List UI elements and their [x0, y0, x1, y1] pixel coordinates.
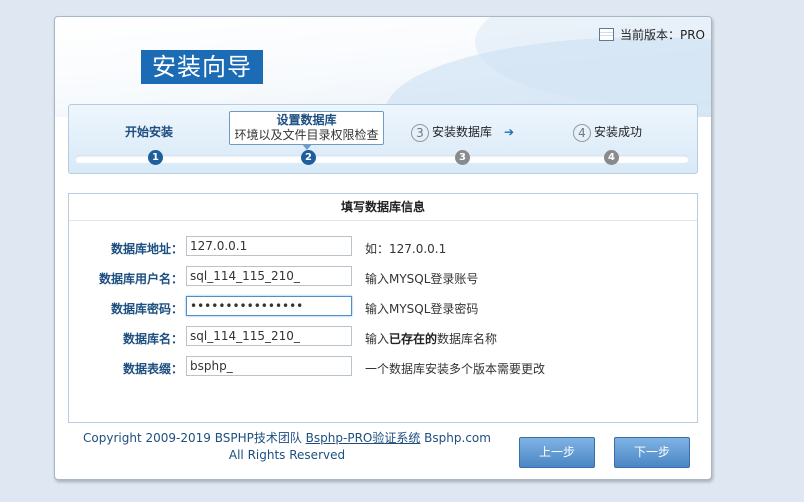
form-row-prefix: 数据表缀： 一个数据库安装多个版本需要更改: [69, 356, 697, 378]
version-label: 当前版本：PRO: [619, 28, 705, 42]
field-hint: 如：127.0.0.1: [365, 242, 447, 256]
progress-track: [75, 155, 689, 163]
db-host-input[interactable]: [186, 236, 352, 256]
header-banner: 安装向导 当前版本：PRO: [55, 17, 711, 117]
table-prefix-input[interactable]: [186, 356, 352, 376]
field-hint: 一个数据库安装多个版本需要更改: [365, 362, 546, 376]
step-1-label: 开始安装: [125, 125, 174, 139]
step-3-node: 3: [455, 150, 470, 165]
product-link[interactable]: Bsphp-PRO验证系统: [306, 431, 421, 445]
form-row-password: 数据库密码： 输入MYSQL登录密码: [69, 296, 697, 318]
next-button[interactable]: 下一步: [614, 437, 690, 468]
step-4: 4 安装成功: [573, 123, 642, 142]
copyright-line: Copyright 2009-2019 BSPHP技术团队 Bsphp-PRO验…: [55, 430, 519, 447]
step-3-label: 安装数据库: [432, 125, 493, 139]
version-info: 当前版本：PRO: [598, 26, 705, 43]
db-name-input[interactable]: [186, 326, 352, 346]
field-hint: 输入已存在的数据库名称: [365, 330, 497, 347]
copyright-site: Bsphp.com: [420, 431, 491, 445]
form-row-host: 数据库地址： 如：127.0.0.1: [69, 236, 697, 258]
step-4-label: 安装成功: [594, 125, 643, 139]
step-2-current: 设置数据库 环境以及文件目录权限检查: [229, 111, 384, 150]
rights-text: All Rights Reserved: [228, 448, 346, 462]
form-row-dbname: 数据库名： 输入已存在的数据库名称: [69, 326, 697, 348]
arrow-right-icon: ➔: [504, 125, 515, 139]
field-label: 数据表缀：: [122, 362, 183, 376]
field-label: 数据库密码：: [110, 302, 183, 316]
step-4-node: 4: [604, 150, 619, 165]
field-label: 数据库地址：: [110, 242, 183, 256]
step-4-number-icon: 4: [573, 123, 591, 142]
field-hint: 输入MYSQL登录密码: [365, 302, 479, 316]
step-2-sublabel: 环境以及文件目录权限检查: [234, 128, 379, 142]
step-1-node: 1: [148, 150, 163, 165]
db-username-input[interactable]: [186, 266, 352, 286]
step-2-node: 2: [301, 150, 316, 165]
hint-text: 数据库名称: [437, 332, 498, 346]
hint-emphasis: 已存在的: [389, 332, 438, 346]
installer-window: 安装向导 当前版本：PRO 开始安装 设置数据库 环境以及文件目录权限检查 3安…: [54, 16, 712, 480]
window-icon: [598, 28, 614, 41]
form-title: 填写数据库信息: [69, 194, 697, 221]
db-password-input[interactable]: [186, 296, 352, 316]
hint-text: 输入: [365, 332, 390, 346]
field-hint: 输入MYSQL登录账号: [365, 272, 479, 286]
previous-button[interactable]: 上一步: [519, 437, 595, 468]
form-row-user: 数据库用户名： 输入MYSQL登录账号: [69, 266, 697, 288]
copyright-text: Copyright 2009-2019 BSPHP技术团队: [83, 431, 306, 445]
field-label: 数据库用户名：: [98, 272, 183, 286]
step-2-label: 设置数据库: [276, 113, 337, 127]
step-3-number-icon: 3: [411, 123, 429, 142]
installer-logo: 安装向导: [141, 50, 263, 84]
database-form: 填写数据库信息 数据库地址： 如：127.0.0.1 数据库用户名： 输入MYS…: [68, 193, 698, 423]
step-3: 3 安装数据库 ➔: [411, 123, 514, 142]
field-label: 数据库名：: [122, 332, 183, 346]
copyright: Copyright 2009-2019 BSPHP技术团队 Bsphp-PRO验…: [55, 430, 519, 464]
progress-steps: 开始安装 设置数据库 环境以及文件目录权限检查 3 安装数据库 ➔ 4 安装成功 1 …: [68, 104, 698, 174]
